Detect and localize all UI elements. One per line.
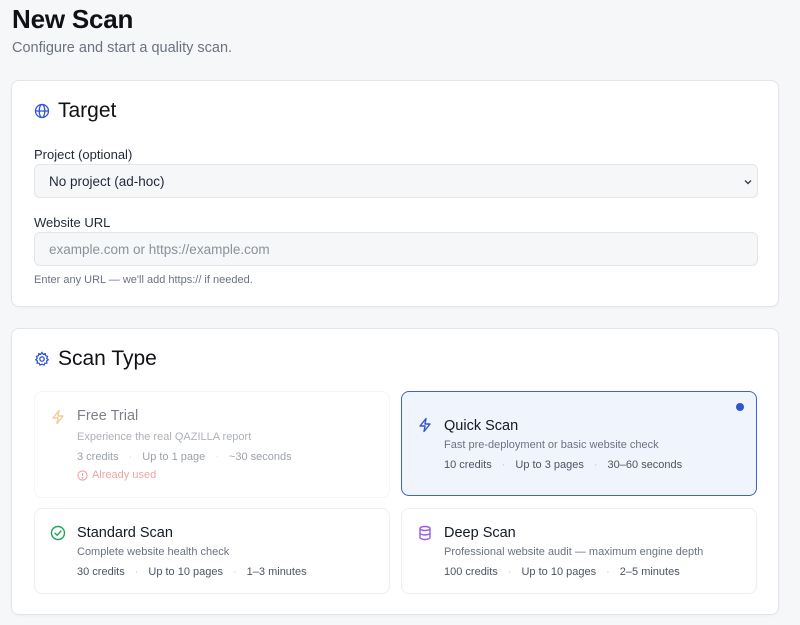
project-label: Project (optional) [34, 147, 133, 162]
time-text: 1–3 minutes [246, 566, 307, 578]
separator-dot: · [134, 566, 139, 578]
scan-option-title: Deep Scan [444, 525, 516, 541]
pages-text: Up to 10 pages [148, 566, 223, 578]
page-title: New Scan [12, 4, 134, 34]
credits-text: 3 credits [77, 451, 119, 463]
project-select-value: No project (ad-hoc) [49, 174, 165, 189]
separator-dot: · [215, 451, 219, 463]
scan-option-quick-scan[interactable]: Quick Scan Fast pre-deployment or basic … [401, 391, 757, 496]
scan-option-title: Standard Scan [77, 525, 173, 541]
scan-option-meta: 10 credits · Up to 3 pages · 30–60 secon… [444, 459, 682, 471]
scan-option-description: Experience the real QAZILLA report [77, 431, 252, 443]
globe-icon [34, 103, 50, 119]
alert-circle-icon [77, 469, 88, 481]
time-text: ~30 seconds [228, 451, 292, 463]
scan-type-header: Scan Type [34, 347, 157, 371]
already-used-status: Already used [77, 469, 156, 481]
pages-text: Up to 3 pages [515, 459, 584, 471]
scan-option-description: Fast pre-deployment or basic website che… [444, 439, 659, 451]
time-text: 30–60 seconds [607, 459, 683, 471]
separator-dot: · [507, 566, 512, 578]
scan-option-standard-scan[interactable]: Standard Scan Complete website health ch… [34, 508, 390, 594]
bolt-icon [419, 417, 431, 433]
scan-option-deep-scan[interactable]: Deep Scan Professional website audit — m… [401, 508, 757, 594]
bolt-icon [52, 409, 64, 425]
url-placeholder: example.com or https://example.com [49, 242, 270, 257]
separator-dot: · [233, 566, 237, 578]
scan-option-free-trial[interactable]: Free Trial Experience the real QAZILLA r… [34, 391, 390, 498]
project-select[interactable]: No project (ad-hoc) [34, 164, 758, 198]
url-hint: Enter any URL — we'll add https:// if ne… [34, 274, 253, 286]
time-text: 2–5 minutes [619, 566, 680, 578]
scan-type-card: Scan Type Free Trial Experience the real… [11, 328, 779, 615]
scan-option-title: Quick Scan [444, 418, 519, 434]
separator-dot: · [501, 459, 506, 471]
database-icon [419, 525, 431, 541]
scan-option-meta: 100 credits · Up to 10 pages · 2–5 minut… [444, 566, 680, 578]
scan-option-meta: 3 credits · Up to 1 page · ~30 seconds [77, 451, 292, 463]
url-label: Website URL [34, 215, 111, 230]
scan-option-description: Complete website health check [77, 546, 230, 558]
selected-indicator [736, 403, 744, 411]
gear-icon [34, 351, 50, 366]
credits-text: 10 credits [444, 459, 492, 471]
status-text: Already used [92, 469, 157, 481]
website-url-input[interactable]: example.com or https://example.com [34, 232, 758, 266]
credits-text: 100 credits [444, 566, 498, 578]
scan-option-description: Professional website audit — maximum eng… [444, 546, 704, 558]
scan-option-meta: 30 credits · Up to 10 pages · 1–3 minute… [77, 566, 307, 578]
scan-type-title: Scan Type [58, 347, 157, 370]
scan-option-title: Free Trial [77, 408, 139, 424]
target-header: Target [34, 99, 116, 123]
chevron-down-icon [744, 180, 752, 185]
pages-text: Up to 10 pages [521, 566, 597, 578]
separator-dot: · [593, 459, 598, 471]
separator-dot: · [128, 451, 133, 463]
page-subtitle: Configure and start a quality scan. [12, 40, 233, 56]
check-circle-icon [50, 525, 66, 541]
separator-dot: · [606, 566, 610, 578]
credits-text: 30 credits [77, 566, 125, 578]
target-title: Target [58, 99, 117, 122]
target-card: Target Project (optional) No project (ad… [11, 80, 779, 307]
pages-text: Up to 1 page [142, 451, 206, 463]
